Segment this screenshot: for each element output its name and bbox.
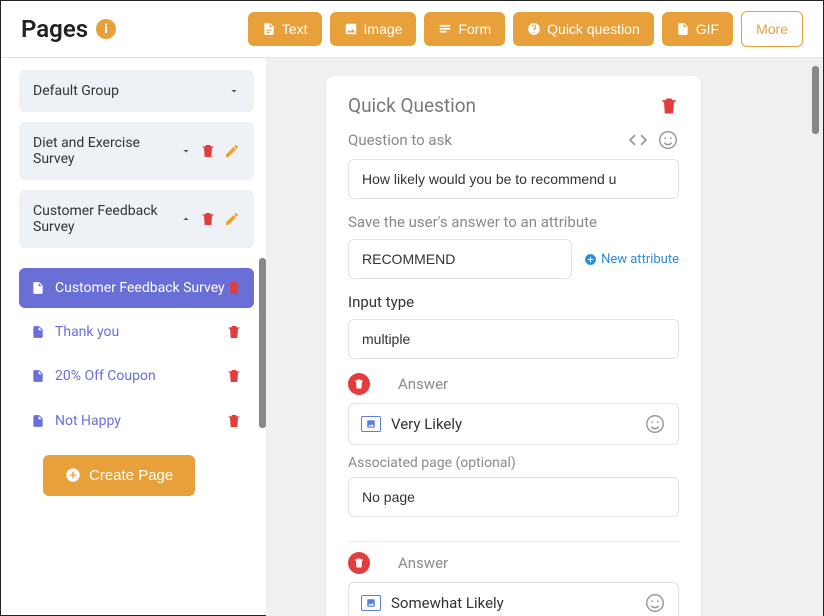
button-label: Quick question (547, 21, 640, 37)
new-attribute-link[interactable]: New attribute (584, 252, 679, 267)
edit-icon[interactable] (224, 143, 240, 159)
button-label: GIF (696, 21, 719, 37)
smile-icon[interactable] (644, 413, 666, 435)
answer-heading: Answer (398, 375, 448, 393)
answer-input-row[interactable]: Very Likely (348, 403, 679, 445)
page-item-not-happy[interactable]: Not Happy (19, 401, 254, 441)
trash-icon[interactable] (226, 324, 242, 340)
title-text: Pages (21, 15, 88, 43)
plus-circle-icon (584, 253, 597, 266)
image-button[interactable]: Image (330, 12, 417, 46)
input-type-select[interactable] (348, 319, 679, 359)
group-label: Default Group (33, 83, 228, 99)
page-title: Pages i (21, 15, 116, 43)
field-label-text: Question to ask (348, 131, 452, 149)
field-label-text: Input type (348, 293, 414, 311)
button-label: Image (364, 21, 403, 37)
answer-text: Very Likely (391, 415, 634, 433)
chevron-down-icon (228, 85, 240, 97)
group-label: Customer Feedback Survey (33, 203, 180, 235)
page-label: 20% Off Coupon (55, 367, 226, 385)
content-area: Quick Question Question to ask Save the … (266, 58, 823, 616)
group-label: Diet and Exercise Survey (33, 135, 180, 167)
file-icon (31, 281, 45, 295)
create-page-button[interactable]: Create Page (43, 455, 195, 496)
group-default[interactable]: Default Group (19, 70, 254, 112)
field-label-text: Save the user's answer to an attribute (348, 213, 597, 231)
top-bar: Pages i Text Image Form Quick question G… (1, 1, 823, 58)
smile-icon[interactable] (644, 592, 666, 614)
chevron-down-icon (180, 145, 192, 157)
image-icon (344, 22, 358, 36)
divider (348, 541, 679, 542)
assoc-page-label: Associated page (optional) (348, 455, 679, 471)
trash-icon[interactable] (200, 211, 216, 227)
info-icon[interactable]: i (96, 19, 116, 39)
trash-icon[interactable] (226, 280, 242, 296)
code-icon[interactable] (627, 129, 649, 151)
file-icon (31, 369, 45, 383)
question-input[interactable] (348, 159, 679, 199)
page-label: Customer Feedback Survey (55, 279, 226, 297)
button-label: Create Page (89, 467, 173, 484)
question-label-row: Question to ask (348, 129, 679, 151)
trash-icon[interactable] (226, 368, 242, 384)
gif-icon (676, 22, 690, 36)
quick-question-button[interactable]: Quick question (513, 12, 654, 46)
more-button[interactable]: More (741, 11, 803, 47)
trash-icon[interactable] (200, 143, 216, 159)
smile-icon[interactable] (657, 129, 679, 151)
image-icon[interactable] (361, 416, 381, 432)
pages-list: Customer Feedback Survey Thank you 20% O… (19, 258, 254, 496)
answer-block-1: Answer Very Likely Associated page (opti… (348, 373, 679, 531)
delete-answer-button[interactable] (348, 373, 370, 395)
trash-icon[interactable] (659, 96, 679, 116)
attribute-input[interactable] (348, 239, 572, 279)
chevron-up-icon (180, 213, 192, 225)
page-label: Thank you (55, 323, 226, 341)
button-label: Form (458, 21, 491, 37)
delete-answer-button[interactable] (348, 552, 370, 574)
main-layout: Default Group Diet and Exercise Survey C… (1, 58, 823, 616)
quick-question-card: Quick Question Question to ask Save the … (326, 76, 701, 616)
edit-icon[interactable] (224, 211, 240, 227)
gif-button[interactable]: GIF (662, 12, 733, 46)
plus-circle-icon (65, 467, 81, 483)
sidebar: Default Group Diet and Exercise Survey C… (1, 58, 266, 616)
scrollbar-thumb[interactable] (812, 66, 819, 134)
card-title: Quick Question (348, 94, 659, 117)
input-type-label: Input type (348, 293, 679, 311)
question-icon (527, 22, 541, 36)
answer-text: Somewhat Likely (391, 594, 634, 612)
trash-icon (353, 378, 365, 390)
scrollbar-thumb[interactable] (259, 258, 266, 428)
assoc-page-select[interactable] (348, 477, 679, 517)
button-label: Text (282, 21, 308, 37)
form-button[interactable]: Form (424, 12, 505, 46)
form-icon (438, 22, 452, 36)
button-label: More (756, 21, 788, 37)
text-button[interactable]: Text (248, 12, 322, 46)
file-icon (262, 22, 276, 36)
group-diet[interactable]: Diet and Exercise Survey (19, 122, 254, 180)
file-icon (31, 325, 45, 339)
save-attr-label: Save the user's answer to an attribute (348, 213, 679, 231)
page-label: Not Happy (55, 412, 226, 430)
answer-heading: Answer (398, 554, 448, 572)
page-item-customer-feedback[interactable]: Customer Feedback Survey (19, 268, 254, 308)
trash-icon[interactable] (226, 413, 242, 429)
image-icon[interactable] (361, 595, 381, 611)
page-item-thank-you[interactable]: Thank you (19, 312, 254, 352)
trash-icon (353, 557, 365, 569)
answer-input-row[interactable]: Somewhat Likely (348, 582, 679, 616)
file-icon (31, 414, 45, 428)
group-customer-feedback[interactable]: Customer Feedback Survey (19, 190, 254, 248)
page-item-20-off[interactable]: 20% Off Coupon (19, 356, 254, 396)
answer-block-2: Answer Somewhat Likely Associated page (… (348, 552, 679, 616)
link-label: New attribute (601, 252, 679, 267)
